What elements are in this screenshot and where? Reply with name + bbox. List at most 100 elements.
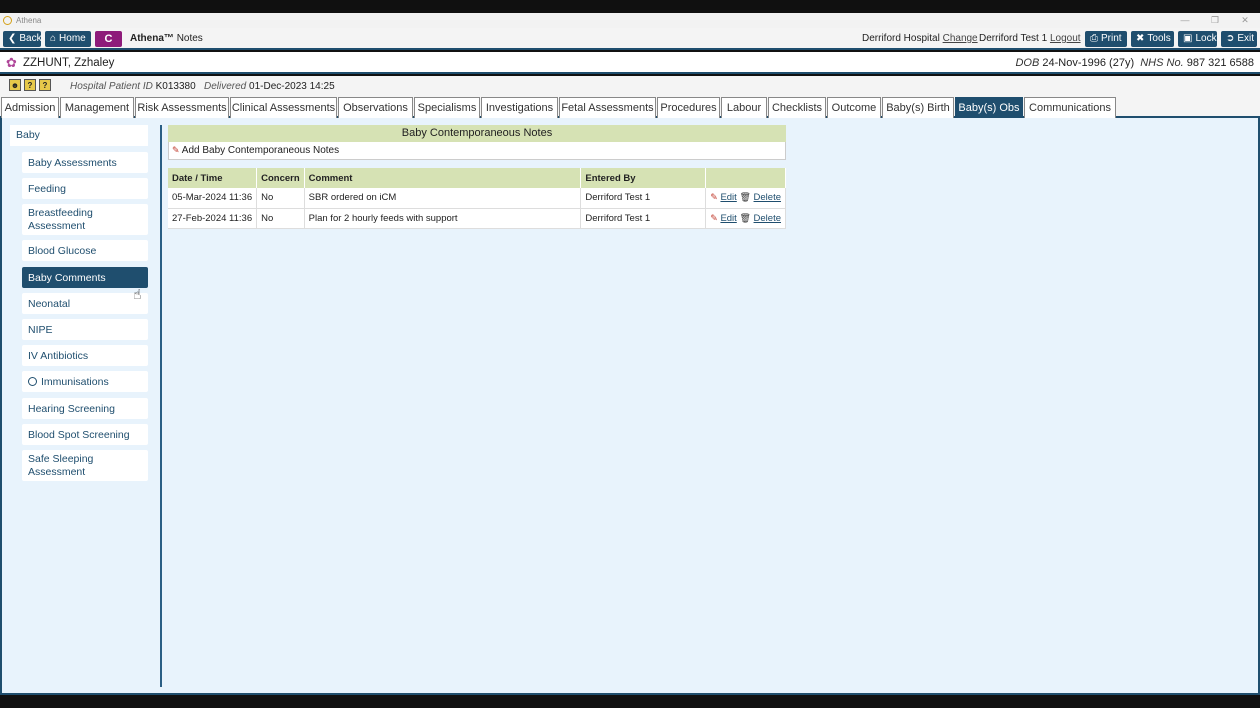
trash-icon: 🗑 [739,192,751,203]
main-tabs: Admission Management Risk Assessments Cl… [0,96,1260,118]
main-content: Baby Baby Assessments Feeding Breastfeed… [0,118,1260,695]
sidebar-item-label: Breastfeeding Assessment [28,206,93,232]
lock-button[interactable]: ▣ Lock [1178,31,1217,47]
c-button[interactable]: C [95,31,122,47]
minimize-icon[interactable]: — [1170,13,1200,28]
table-row: 27-Feb-2024 11:36 No Plan for 2 hourly f… [168,208,786,229]
printer-icon: ⎙ [1090,33,1098,44]
tab-observations[interactable]: Observations [338,97,413,118]
sidebar-item-label: Blood Glucose [28,244,97,257]
exit-icon: ➲ [1226,33,1235,44]
patient-banner: ✿ ZZHUNT, Zzhaley DOB 24-Nov-1996 (27y) … [0,52,1260,74]
cell-comment: SBR ordered on iCM [304,188,582,209]
pencil-icon: ✎ [710,192,718,203]
sidebar-item-iv-antibiotics[interactable]: IV Antibiotics [22,345,148,366]
tab-checklists[interactable]: Checklists [768,97,826,118]
patient-name: ZZHUNT, Zzhaley [23,57,115,69]
column-header-datetime: Date / Time [168,168,258,188]
screen-top-border [0,0,1260,13]
notes-panel: Baby Contemporaneous Notes ✎ Add Baby Co… [168,125,786,160]
brand-module: Notes [176,33,203,44]
cell-concern: No [256,188,305,209]
sidebar-header-baby: Baby [10,125,148,146]
tab-admission[interactable]: Admission [1,97,59,118]
tools-button[interactable]: ✖ Tools [1131,31,1174,47]
cell-actions: ✎ Edit 🗑 Delete [705,188,786,209]
tab-management[interactable]: Management [60,97,134,118]
edit-link[interactable]: Edit [720,213,736,224]
notes-table: Date / Time Concern Comment Entered By 0… [168,168,786,229]
cell-concern: No [256,208,305,229]
column-header-concern: Concern [256,168,305,188]
tab-babys-birth[interactable]: Baby(s) Birth [882,97,954,118]
back-button[interactable]: ❮ Back [3,31,42,47]
sidebar-item-hearing-screening[interactable]: Hearing Screening [22,398,148,419]
alert-icon[interactable]: ☻ [9,79,21,91]
sidebar-item-breastfeeding-assessment[interactable]: Breastfeeding Assessment [22,204,148,235]
tab-labour[interactable]: Labour [721,97,767,118]
hospital-name: Derriford Hospital [862,33,940,44]
exit-button[interactable]: ➲ Exit [1221,31,1257,47]
help-icon[interactable]: ? [24,79,36,91]
sidebar-item-immunisations[interactable]: Immunisations [22,371,148,392]
trash-icon: 🗑 [739,212,751,223]
tab-babys-obs[interactable]: Baby(s) Obs [955,97,1023,118]
sidebar-item-blood-glucose[interactable]: Blood Glucose [22,240,148,261]
radio-circle-icon [28,377,37,386]
sidebar-item-neonatal[interactable]: Neonatal [22,293,148,314]
athena-logo-icon [3,16,12,25]
delivered-value: 01-Dec-2023 14:25 [249,81,335,92]
restore-icon[interactable]: ❐ [1200,13,1230,28]
edit-link[interactable]: Edit [720,192,736,203]
cell-datetime: 05-Mar-2024 11:36 [168,188,258,209]
sidebar-item-baby-comments[interactable]: Baby Comments [22,267,148,288]
tab-fetal-assessments[interactable]: Fetal Assessments [559,97,656,118]
change-hospital-link[interactable]: Change [943,33,978,44]
logout-link[interactable]: Logout [1050,33,1081,44]
tools-icon: ✖ [1136,33,1145,44]
pencil-icon: ✎ [172,145,180,155]
window-titlebar: Athena — ❐ ✕ [0,13,1260,28]
tab-investigations[interactable]: Investigations [481,97,558,118]
column-header-actions [705,168,786,188]
close-icon[interactable]: ✕ [1230,13,1260,28]
print-button[interactable]: ⎙ Print [1085,31,1127,47]
user-name: Derriford Test 1 [979,33,1048,44]
sidebar-item-label: Baby Assessments [28,156,117,169]
tab-procedures[interactable]: Procedures [657,97,720,118]
question-icon[interactable]: ? [39,79,51,91]
sidebar-item-feeding[interactable]: Feeding [22,178,148,199]
notes-panel-title: Baby Contemporaneous Notes [168,125,786,142]
hpid-value: K013380 [155,81,196,92]
cell-entered-by: Derriford Test 1 [580,208,707,229]
delivered-label: Delivered [204,81,247,92]
tab-specialisms[interactable]: Specialisms [414,97,480,118]
column-header-entered-by: Entered By [580,168,707,188]
sidebar-item-label: Neonatal [28,297,71,310]
brand-name: Athena™ [130,33,174,44]
add-note-link[interactable]: ✎ Add Baby Contemporaneous Notes [168,142,786,160]
hospital-patient-id: Hospital Patient ID K013380 Delivered 01… [70,81,335,92]
delete-link[interactable]: Delete [754,192,781,203]
delete-link[interactable]: Delete [754,213,781,224]
sidebar-divider [160,125,162,687]
tab-clinical-assessments[interactable]: Clinical Assessments [230,97,337,118]
patient-demographics: DOB 24-Nov-1996 (27y) NHS No. 987 321 65… [1015,57,1254,69]
tab-communications[interactable]: Communications [1024,97,1116,118]
sidebar-item-label: Baby Comments [28,271,106,284]
home-button[interactable]: ⌂ Home [45,31,91,47]
sidebar-item-label: Feeding [28,182,66,195]
add-note-label: Add Baby Contemporaneous Notes [181,145,340,156]
tab-risk-assessments[interactable]: Risk Assessments [135,97,229,118]
hpid-label: Hospital Patient ID [70,81,153,92]
sidebar-item-safe-sleeping-assessment[interactable]: Safe Sleeping Assessment [22,450,148,481]
hospital-info: Derriford Hospital Change [862,33,978,44]
table-header-row: Date / Time Concern Comment Entered By [168,168,786,188]
sidebar-item-nipe[interactable]: NIPE [22,319,148,340]
flower-icon: ✿ [6,55,17,70]
nhs-value: 987 321 6588 [1186,57,1254,69]
tab-outcome[interactable]: Outcome [827,97,881,118]
user-info: Derriford Test 1 Logout [979,33,1081,44]
sidebar-item-blood-spot-screening[interactable]: Blood Spot Screening [22,424,148,445]
sidebar-item-baby-assessments[interactable]: Baby Assessments [22,152,148,173]
